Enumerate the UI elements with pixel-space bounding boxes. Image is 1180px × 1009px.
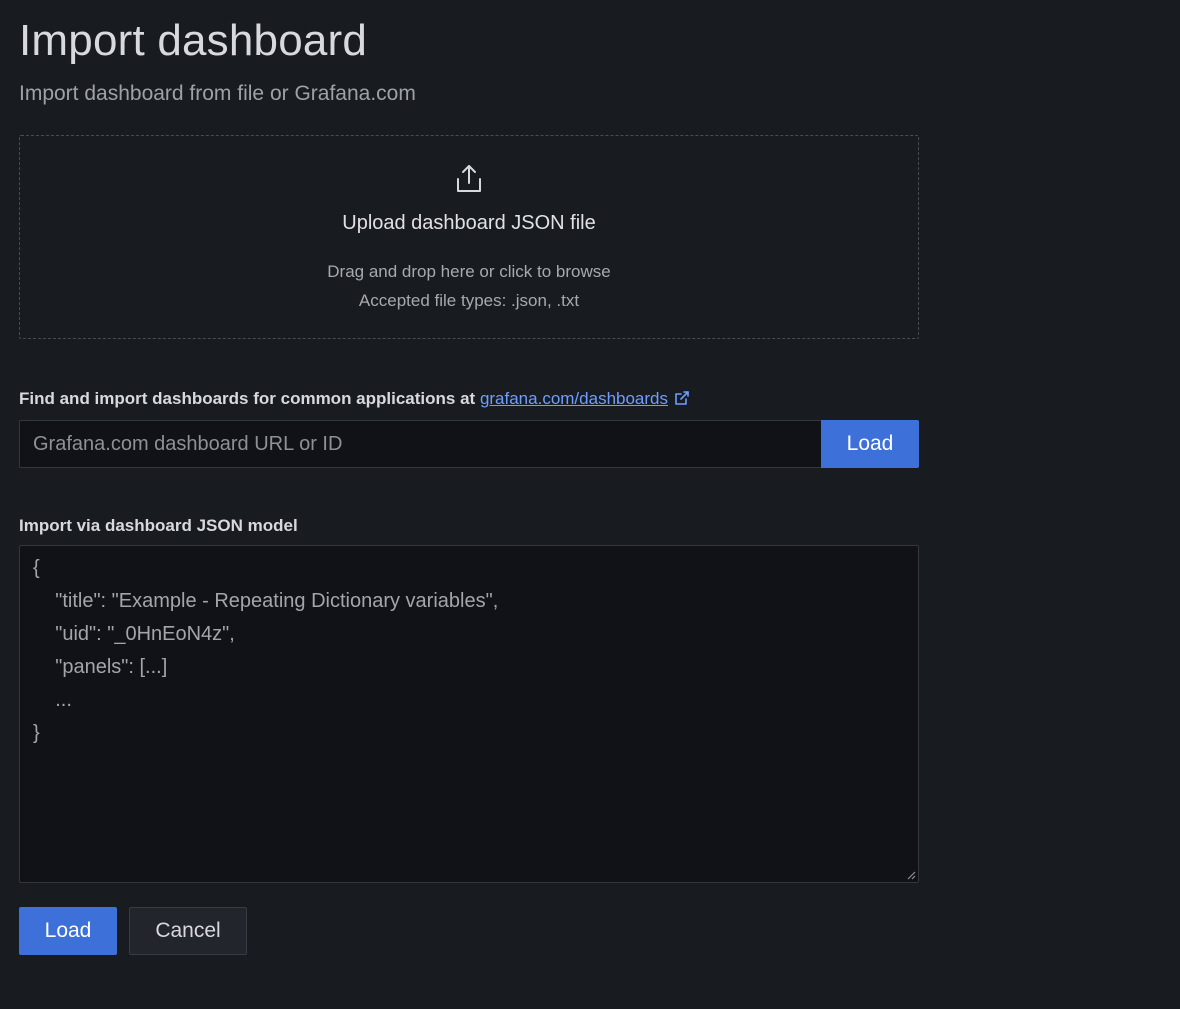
import-dashboard-page: Import dashboard Import dashboard from f…: [0, 0, 1180, 1009]
page-subtitle: Import dashboard from file or Grafana.co…: [19, 82, 416, 105]
external-link-icon[interactable]: [674, 390, 690, 406]
upload-hint-filetypes: Accepted file types: .json, .txt: [358, 291, 580, 310]
load-button[interactable]: Load: [19, 907, 117, 955]
cancel-button[interactable]: Cancel: [129, 907, 247, 955]
grafana-com-dashboards-link[interactable]: grafana.com/dashboards: [480, 389, 668, 408]
upload-title: Upload dashboard JSON file: [342, 212, 596, 234]
grafana-com-label: Find and import dashboards for common ap…: [19, 389, 690, 409]
upload-hint-browse: Drag and drop here or click to browse: [327, 262, 611, 281]
json-model-label: Import via dashboard JSON model: [19, 516, 298, 535]
upload-icon: [457, 165, 481, 192]
json-model-textarea[interactable]: { "title": "Example - Repeating Dictiona…: [19, 545, 919, 883]
upload-dropzone[interactable]: Upload dashboard JSON file Drag and drop…: [19, 135, 919, 339]
upload-hint: Drag and drop here or click to browse Ac…: [327, 257, 610, 315]
grafana-com-url-input[interactable]: [19, 420, 821, 468]
grafana-com-url-row: Load: [19, 420, 919, 468]
grafana-com-load-button[interactable]: Load: [821, 420, 919, 468]
page-title: Import dashboard: [19, 16, 368, 65]
grafana-com-label-text: Find and import dashboards for common ap…: [19, 389, 480, 408]
form-actions: Load Cancel: [19, 907, 247, 955]
resize-grip-icon[interactable]: [906, 870, 916, 880]
